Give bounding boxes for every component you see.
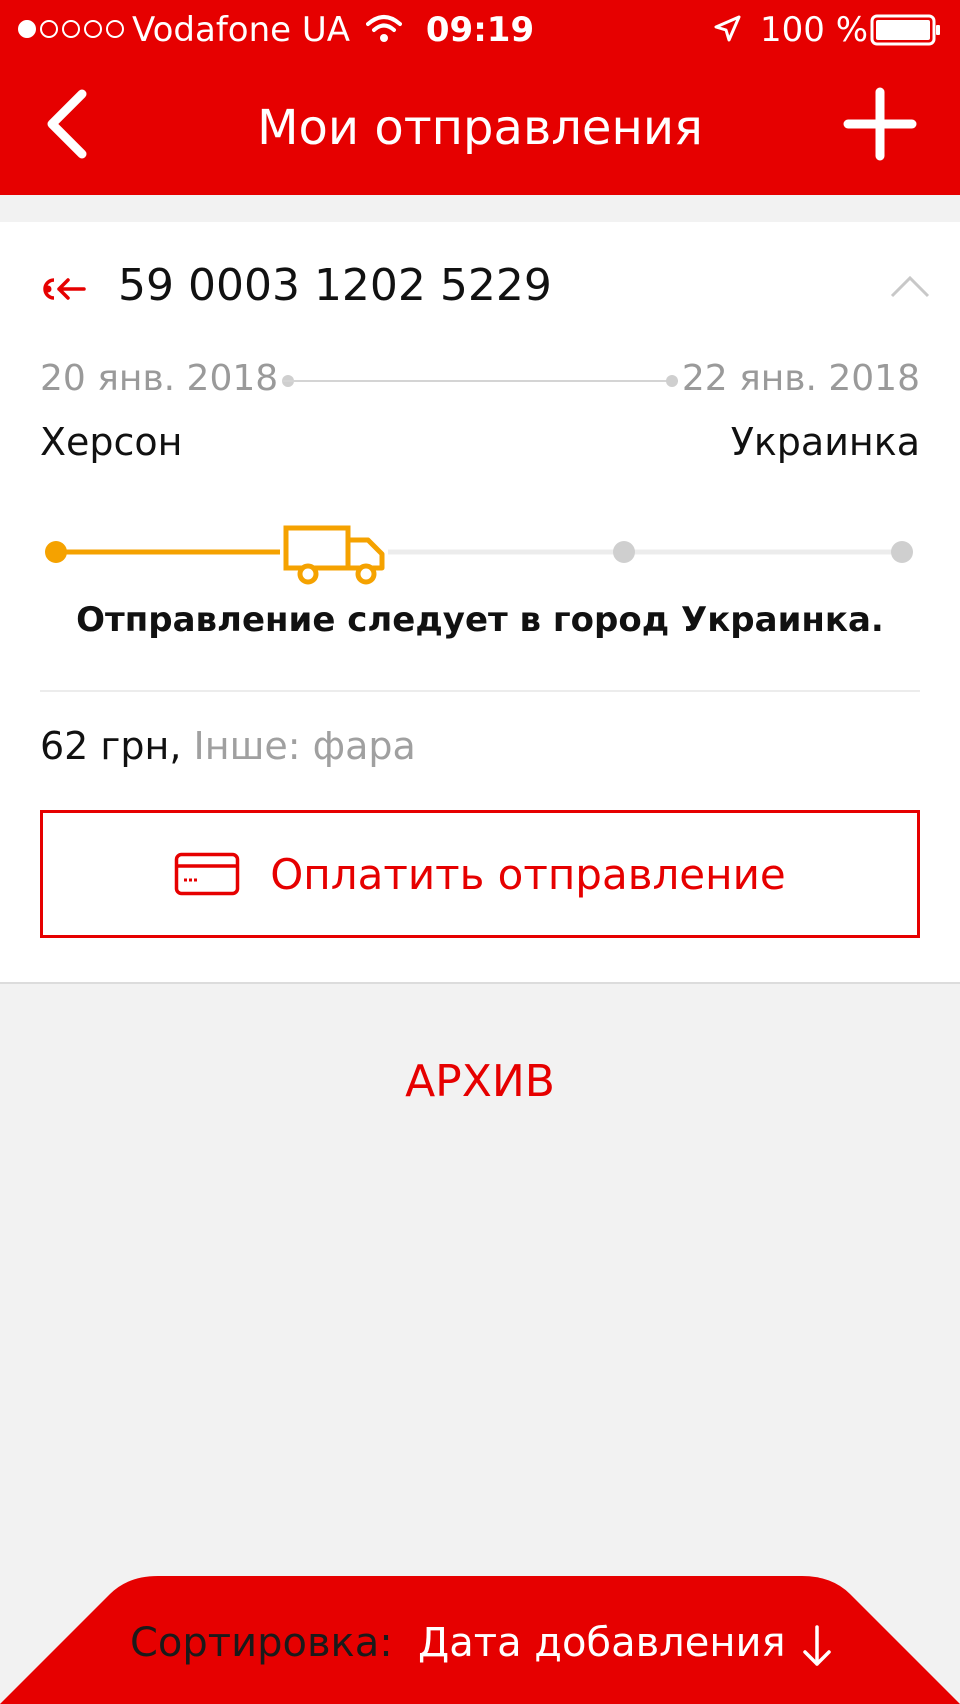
sort-value[interactable]: Дата добавления [418, 1620, 786, 1666]
status-bar: Vodafone UA 09:19 100 % [0, 0, 960, 62]
chevron-up-icon[interactable] [890, 274, 930, 298]
price: 62 грн, [40, 724, 182, 768]
location-arrow-icon [714, 15, 741, 42]
navigation-bar: Мои отправления [0, 62, 960, 195]
progress-stage-dot [891, 541, 913, 563]
pay-button-label: Оплатить отправление [270, 849, 786, 899]
pay-shipment-button[interactable]: Оплатить отправление [40, 810, 920, 938]
divider [40, 690, 920, 692]
departure-date: 20 янв. 2018 [40, 358, 279, 399]
sort-bar[interactable]: Сортировка: Дата добавления [0, 1572, 960, 1704]
battery-icon [870, 14, 940, 46]
arrival-date: 22 янв. 2018 [681, 358, 920, 399]
plus-icon [843, 87, 917, 161]
shipment-cost: 62 грн, Інше: фара [40, 724, 416, 768]
incoming-parcel-icon [43, 278, 86, 300]
route-end-dot [666, 375, 678, 387]
route-line [282, 380, 678, 382]
add-shipment-button[interactable] [840, 84, 920, 164]
truck-icon [283, 525, 385, 585]
shipment-card[interactable]: 59 0003 1202 5229 20 янв. 2018 22 янв. 2… [0, 222, 960, 984]
destination-city: Украинка [730, 420, 920, 464]
origin-city: Херсон [40, 420, 183, 464]
shipment-description: Інше: фара [193, 724, 416, 768]
progress-stage-dot [613, 541, 635, 563]
sort-label: Сортировка: [130, 1620, 393, 1666]
progress-stage-dot [45, 541, 67, 563]
battery-percentage: 100 % [760, 10, 869, 50]
page-title: Мои отправления [257, 100, 703, 156]
archive-link[interactable]: АРХИВ [0, 1056, 960, 1107]
tracking-number[interactable]: 59 0003 1202 5229 [118, 260, 552, 311]
arrow-down-icon [803, 1625, 831, 1666]
shipment-status: Отправление следует в город Украинка. [76, 600, 884, 640]
app-header: Vodafone UA 09:19 100 % Мои отправления [0, 0, 960, 195]
delivery-progress [45, 525, 913, 585]
credit-card-icon [175, 852, 240, 896]
